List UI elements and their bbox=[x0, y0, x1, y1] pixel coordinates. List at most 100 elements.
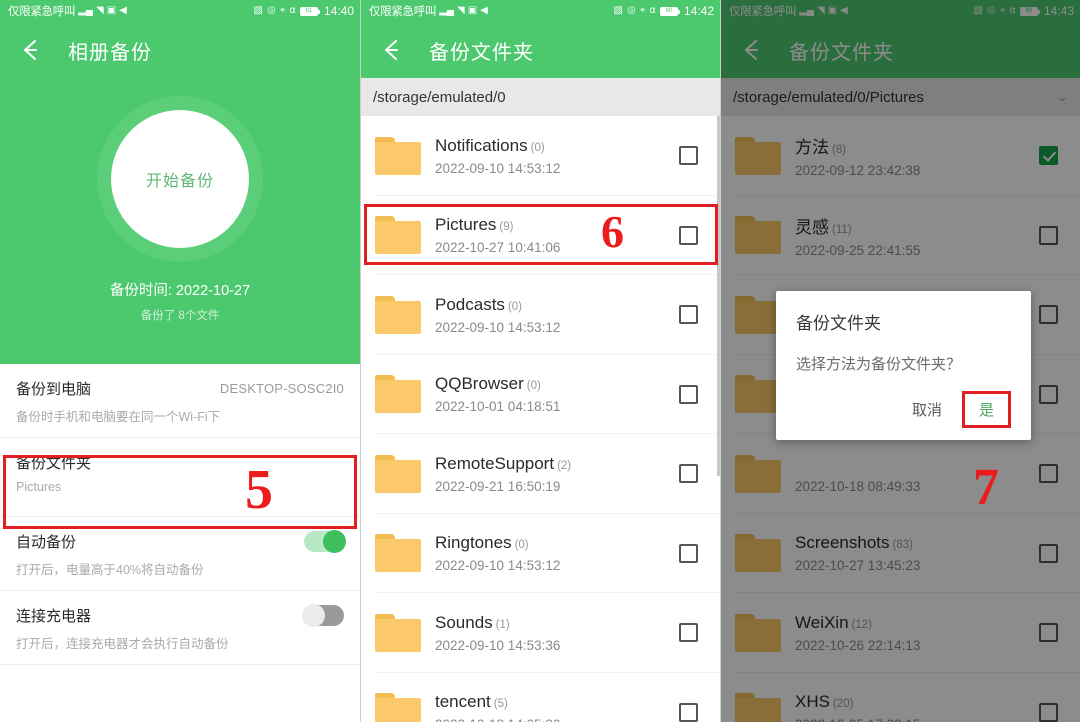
folder-checkbox[interactable] bbox=[679, 146, 698, 166]
folder-date: 2022-10-27 10:41:06 bbox=[435, 240, 561, 256]
folder-date: 2022-09-12 23:42:38 bbox=[795, 163, 921, 179]
back-arrow-icon[interactable] bbox=[379, 37, 405, 63]
signal-icon: ▂▄ bbox=[439, 5, 454, 16]
setting-backup-folder[interactable]: 备份文件夹 Pictures bbox=[0, 438, 360, 517]
setting-charger-required[interactable]: 连接充电器 打开后，连接充电器才会执行自动备份 bbox=[0, 591, 360, 665]
list-item[interactable]: Ringtones (0) 2022-09-10 14:53:12 bbox=[361, 514, 720, 594]
folder-icon bbox=[375, 693, 421, 722]
screenshot-triptych: 仅限紧急呼叫 ▂▄ ◥ ▣ ◀ ▧ ◎ ⌖ ⍺ 81 14:40 相册备份 开始… bbox=[0, 0, 1080, 722]
list-item[interactable]: 2022-10-18 08:49:33 bbox=[721, 434, 1080, 514]
folder-name: RemoteSupport (2) bbox=[435, 453, 572, 473]
dialog-title: 备份文件夹 bbox=[796, 314, 881, 333]
backup-time-label: 备份时间: 2022-10-27 bbox=[109, 283, 251, 299]
wifi-icon: ◥ bbox=[456, 5, 465, 16]
folder-icon bbox=[735, 693, 781, 722]
list-item[interactable]: XHS(20) 2022-10-25 17:32:15 bbox=[721, 673, 1080, 722]
folder-checkbox[interactable] bbox=[1039, 305, 1058, 325]
clock-label: 14:42 bbox=[683, 4, 714, 18]
location-icon: ⌖ bbox=[639, 5, 646, 16]
wifi-icon: ◥ bbox=[95, 5, 104, 16]
sync-icon: ▣ bbox=[827, 5, 838, 16]
backup-hero: 开始备份 备份时间: 2022-10-27 备份了 8个文件 bbox=[0, 78, 360, 364]
list-item[interactable]: WeiXin (12) 2022-10-26 22:14:13 bbox=[721, 593, 1080, 673]
folder-checkbox[interactable] bbox=[1039, 543, 1058, 563]
folder-checkbox[interactable] bbox=[1039, 623, 1058, 643]
list-item[interactable]: QQBrowser (0) 2022-10-01 04:18:51 bbox=[361, 355, 720, 435]
signal-icon: ▂▄ bbox=[799, 5, 814, 16]
dialog-confirm-button[interactable]: 是 bbox=[961, 391, 1011, 428]
folder-count: (1) bbox=[495, 618, 510, 631]
folder-name bbox=[795, 454, 798, 473]
setting-backup-to-pc[interactable]: 备份到电脑 DESKTOP-SOSC2I0 备份时手机和电脑要在同一个Wi-Fi… bbox=[0, 364, 360, 438]
list-item[interactable]: 灵感 (11) 2022-09-25 22:41:55 bbox=[721, 196, 1080, 276]
folder-icon bbox=[735, 375, 781, 414]
folder-checkbox[interactable] bbox=[679, 464, 698, 484]
list-item[interactable]: Screenshots (83) 2022-10-27 13:45:23 bbox=[721, 514, 1080, 594]
folder-count: (2) bbox=[557, 459, 572, 472]
folder-name: 灵感 (11) bbox=[795, 217, 852, 237]
path-bar[interactable]: /storage/emulated/0 bbox=[361, 78, 720, 116]
charger-toggle[interactable] bbox=[302, 604, 344, 627]
status-bar: 仅限紧急呼叫 ▂▄ ◥ ▣ ◀ ▧ ◎ ⌖ ⍺ 81 14:40 bbox=[0, 0, 360, 22]
dialog-cancel-button[interactable]: 取消 bbox=[900, 392, 954, 427]
list-item[interactable]: Notifications (0) 2022-09-10 14:53:12 bbox=[361, 116, 720, 196]
panel-folder-picker-pictures: 仅限紧急呼叫 ▂▄ ◥ ▣ ◀ ▧ ◎ ⌖ ⍺ 80 14:43 备份文件夹 /… bbox=[720, 0, 1080, 722]
chevron-down-icon[interactable]: ⌄ bbox=[1057, 89, 1068, 105]
wifi-icon: ◥ bbox=[816, 5, 825, 16]
folder-checkbox[interactable] bbox=[679, 543, 698, 563]
list-item[interactable]: 方法 (8) 2022-09-12 23:42:38 bbox=[721, 116, 1080, 196]
auto-backup-toggle[interactable] bbox=[304, 530, 346, 553]
folder-icon bbox=[375, 216, 421, 255]
folder-checkbox[interactable] bbox=[1039, 702, 1058, 722]
folder-date: 2022-10-27 13:45:23 bbox=[795, 558, 921, 574]
page-title: 备份文件夹 bbox=[789, 41, 894, 64]
battery-icon: 80 bbox=[1019, 6, 1040, 16]
folder-date: 2022-09-21 16:50:19 bbox=[435, 478, 561, 494]
list-item[interactable]: RemoteSupport (2) 2022-09-21 16:50:19 bbox=[361, 434, 720, 514]
folder-count: (8) bbox=[832, 144, 847, 157]
start-backup-button[interactable]: 开始备份 bbox=[97, 96, 263, 262]
folder-checkbox[interactable] bbox=[1039, 464, 1058, 484]
list-item[interactable]: tencent(5) 2022-10-18 14:05:30 bbox=[361, 673, 720, 722]
confirm-dialog: 备份文件夹 选择方法为备份文件夹？ 取消 是 bbox=[776, 291, 1031, 440]
folder-checkbox[interactable] bbox=[679, 305, 698, 325]
setting-auto-backup[interactable]: 自动备份 打开后，电量高于40%将自动备份 bbox=[0, 517, 360, 591]
cast-icon: ▧ bbox=[973, 5, 983, 16]
app-bar: 备份文件夹 bbox=[721, 22, 1080, 78]
status-bar: 仅限紧急呼叫 ▂▄ ◥ ▣ ◀ ▧ ◎ ⌖ ⍺ 80 14:42 bbox=[361, 0, 720, 22]
folder-name: Ringtones (0) bbox=[435, 533, 529, 553]
list-item[interactable]: Sounds (1) 2022-09-10 14:53:36 bbox=[361, 593, 720, 673]
back-arrow-icon[interactable] bbox=[739, 37, 765, 63]
folder-icon bbox=[375, 136, 421, 175]
folder-checkbox[interactable] bbox=[679, 702, 698, 722]
setting-title: 连接充电器 bbox=[16, 608, 92, 625]
folder-checkbox[interactable] bbox=[679, 225, 698, 245]
folder-list[interactable]: Notifications (0) 2022-09-10 14:53:12 Pic… bbox=[361, 116, 720, 722]
folder-checkbox[interactable] bbox=[1039, 146, 1058, 166]
folder-checkbox[interactable] bbox=[1039, 225, 1058, 245]
path-bar[interactable]: /storage/emulated/0/Pictures ⌄ bbox=[721, 78, 1080, 116]
folder-count: (11) bbox=[832, 223, 852, 236]
page-title: 相册备份 bbox=[68, 41, 152, 64]
folder-name: 方法 (8) bbox=[795, 138, 847, 158]
sync-icon: ▣ bbox=[467, 5, 478, 16]
folder-icon bbox=[735, 216, 781, 255]
signal-icon: ▂▄ bbox=[78, 5, 93, 16]
folder-checkbox[interactable] bbox=[679, 384, 698, 404]
folder-icon bbox=[375, 295, 421, 334]
folder-date: 2022-09-10 14:53:12 bbox=[435, 160, 561, 176]
folder-count: (83) bbox=[892, 539, 913, 552]
battery-icon: 81 bbox=[299, 6, 320, 16]
folder-date: 2022-09-10 14:53:12 bbox=[435, 558, 561, 574]
back-arrow-icon[interactable] bbox=[18, 37, 44, 63]
dialog-message: 选择方法为备份文件夹？ bbox=[796, 356, 962, 373]
app-bar: 备份文件夹 bbox=[361, 22, 720, 78]
folder-checkbox[interactable] bbox=[1039, 384, 1058, 404]
folder-checkbox[interactable] bbox=[679, 623, 698, 643]
mute-icon: ⍺ bbox=[649, 5, 656, 16]
battery-icon: 80 bbox=[659, 6, 680, 16]
list-item[interactable]: Podcasts (0) 2022-09-10 14:53:12 bbox=[361, 275, 720, 355]
step-number-6: 6 bbox=[601, 206, 624, 257]
folder-name: WeiXin (12) bbox=[795, 612, 872, 632]
list-item[interactable]: Pictures (9) 2022-10-27 10:41:06 bbox=[361, 196, 720, 276]
